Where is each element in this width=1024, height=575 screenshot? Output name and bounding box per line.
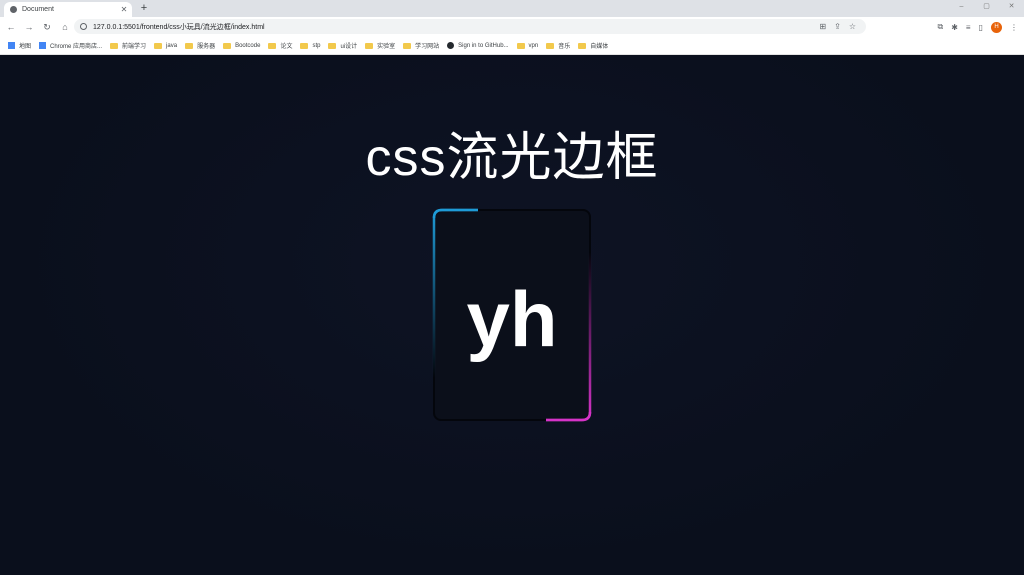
- page-title: css流光边框: [365, 129, 659, 187]
- bookmark-item[interactable]: 地图: [8, 41, 31, 50]
- bookmark-item[interactable]: Chrome 应用商店...: [39, 41, 102, 50]
- bookmark-label: 音乐: [558, 44, 571, 50]
- bookmark-item[interactable]: 自媒体: [578, 41, 608, 50]
- bookmark-item[interactable]: Bootcode: [223, 42, 261, 49]
- folder-icon: [185, 42, 194, 49]
- toolbar-actions: ⧉ ✱ ≡ ▯ H ⋮: [930, 19, 1018, 35]
- card-label: yh: [466, 274, 558, 363]
- close-window-icon[interactable]: ✕: [999, 0, 1024, 14]
- bookmark-label: 论文: [280, 44, 293, 50]
- bookmark-label: 自媒体: [590, 44, 609, 50]
- folder-icon: [516, 42, 525, 49]
- home-icon[interactable]: ⌂: [58, 20, 72, 34]
- url-text[interactable]: 127.0.0.1:5501/frontend/css小玩具/流光边框/inde…: [93, 22, 265, 32]
- folder-icon: [223, 42, 232, 49]
- bookmark-label: 前端学习: [122, 44, 147, 50]
- tab-document[interactable]: Document ✕: [4, 2, 132, 17]
- bookmark-item[interactable]: java: [154, 42, 178, 49]
- bookmark-item[interactable]: 音乐: [546, 41, 570, 50]
- omnibox-actions: ⊞ ⇪ ☆: [811, 19, 856, 34]
- address-bar[interactable]: 127.0.0.1:5501/frontend/css小玩具/流光边框/inde…: [74, 19, 866, 34]
- folder-icon: [110, 42, 119, 49]
- bookmark-item[interactable]: 实验室: [365, 41, 395, 50]
- glow-border-card: yh: [432, 208, 592, 422]
- chrome-store-icon: [39, 42, 47, 49]
- bookmark-label: 服务器: [197, 44, 216, 50]
- translate-icon[interactable]: ⊞: [819, 22, 826, 31]
- bookmark-label: Bootcode: [235, 42, 261, 49]
- map-icon: [8, 42, 15, 49]
- bookmark-label: Sign in to GitHub...: [458, 42, 509, 49]
- forward-arrow-icon[interactable]: →: [22, 20, 36, 34]
- window-controls: – ▢ ✕: [949, 0, 1024, 17]
- star-icon[interactable]: ☆: [849, 22, 856, 31]
- browser-window: Document ✕ + – ▢ ✕ ← → ↻ ⌂ 127.0.0.1:550…: [0, 0, 1024, 575]
- bookmark-item[interactable]: ui设计: [328, 41, 357, 50]
- bookmark-label: 学习网站: [415, 44, 440, 50]
- bookmark-label: Chrome 应用商店...: [50, 44, 103, 50]
- browser-toolbar: ← → ↻ ⌂ 127.0.0.1:5501/frontend/css小玩具/流…: [0, 17, 1024, 37]
- profile-avatar[interactable]: H: [991, 21, 1002, 33]
- bookmark-item[interactable]: 前端学习: [110, 41, 146, 50]
- extension-icon[interactable]: ⧉: [938, 22, 944, 32]
- folder-icon: [154, 42, 163, 49]
- github-icon: [447, 42, 455, 49]
- share-icon[interactable]: ⇪: [834, 22, 841, 31]
- globe-icon: [10, 6, 17, 13]
- folder-icon: [578, 42, 587, 49]
- bookmarks-bar: 地图 Chrome 应用商店... 前端学习 java 服务器 Bootcode…: [0, 37, 1024, 55]
- folder-icon: [403, 42, 412, 49]
- maximize-icon[interactable]: ▢: [974, 0, 999, 14]
- bookmark-label: java: [166, 42, 178, 49]
- bookmark-item[interactable]: 学习网站: [403, 41, 439, 50]
- folder-icon: [328, 42, 337, 49]
- bookmark-label: ui设计: [340, 44, 358, 50]
- bookmark-label: stp: [312, 42, 321, 49]
- puzzle-icon[interactable]: ✱: [951, 23, 958, 32]
- bookmark-item[interactable]: Sign in to GitHub...: [447, 42, 509, 49]
- info-icon[interactable]: [80, 23, 87, 30]
- folder-icon: [546, 42, 555, 49]
- tab-title: Document: [22, 6, 54, 13]
- page-content: css流光边框 yh: [0, 55, 1024, 575]
- bookmark-item[interactable]: 论文: [268, 41, 292, 50]
- close-icon[interactable]: ✕: [119, 5, 129, 14]
- bookmark-label: vpn: [528, 42, 539, 49]
- folder-icon: [300, 42, 309, 49]
- bookmark-item[interactable]: vpn: [516, 42, 539, 49]
- new-tab-button[interactable]: +: [138, 2, 150, 14]
- back-arrow-icon[interactable]: ←: [4, 20, 18, 34]
- minimize-icon[interactable]: –: [949, 0, 974, 14]
- tab-strip: Document ✕ + – ▢ ✕: [0, 0, 1024, 17]
- bookmark-item[interactable]: 服务器: [185, 41, 215, 50]
- reload-icon[interactable]: ↻: [40, 20, 54, 34]
- bookmark-label: 地图: [19, 44, 32, 50]
- playlist-icon[interactable]: ≡: [966, 23, 971, 32]
- folder-icon: [268, 42, 277, 49]
- folder-icon: [365, 42, 374, 49]
- bookmark-item[interactable]: stp: [300, 42, 321, 49]
- bookmark-label: 实验室: [377, 44, 396, 50]
- menu-icon[interactable]: ⋮: [1010, 23, 1018, 32]
- sidepanel-icon[interactable]: ▯: [979, 23, 983, 32]
